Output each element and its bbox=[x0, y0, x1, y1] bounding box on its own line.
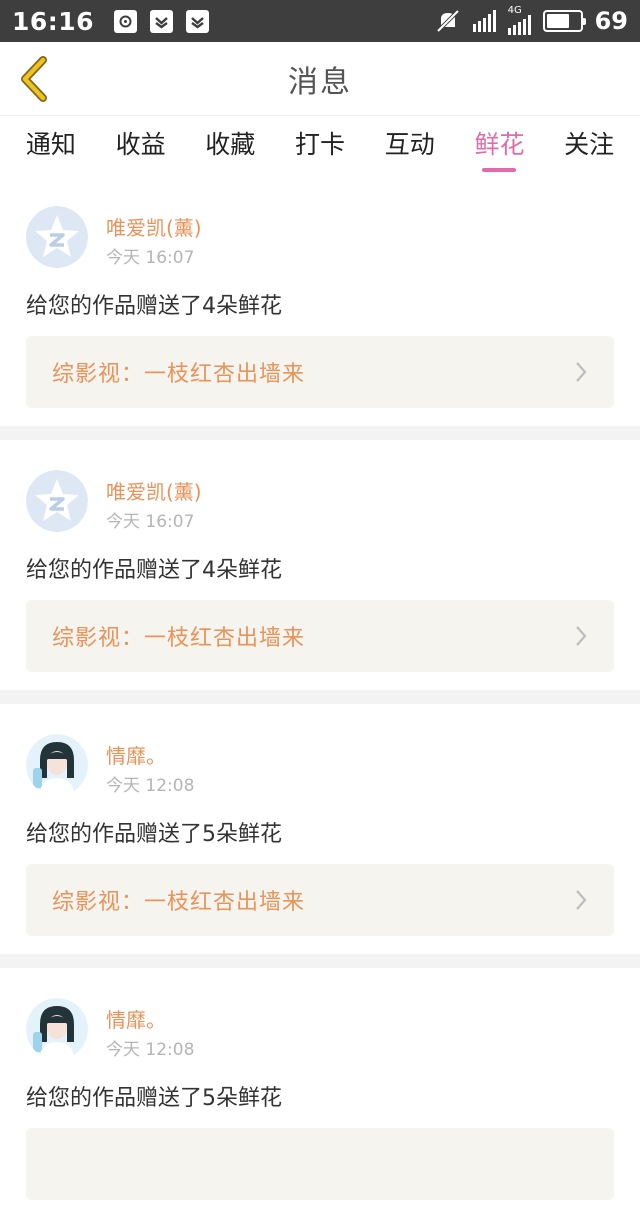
mail-notification-icon bbox=[150, 9, 174, 33]
user-name[interactable]: 唯爱凯(薰) bbox=[106, 212, 202, 241]
list-item: 情靡。 今天 12:08 给您的作品赠送了5朵鲜花 bbox=[0, 968, 640, 1218]
battery-icon bbox=[542, 10, 586, 32]
network-signal: 4G bbox=[507, 5, 531, 35]
message-text: 给您的作品赠送了4朵鲜花 bbox=[26, 294, 282, 319]
header: 消息 bbox=[0, 42, 640, 116]
girl-avatar-icon bbox=[26, 734, 88, 796]
status-bar: 16:16 4G 69 bbox=[0, 0, 640, 42]
status-right: 4G 69 bbox=[435, 5, 628, 35]
avatar[interactable] bbox=[26, 734, 88, 796]
tab-interaction[interactable]: 互动 bbox=[365, 116, 455, 176]
tab-checkin[interactable]: 打卡 bbox=[275, 116, 365, 176]
girl-avatar-icon bbox=[26, 998, 88, 1060]
network-type: 4G bbox=[507, 5, 522, 16]
page-title: 消息 bbox=[288, 64, 352, 100]
battery-percent: 69 bbox=[594, 7, 628, 35]
user-name[interactable]: 唯爱凯(薰) bbox=[106, 476, 202, 505]
avatar[interactable] bbox=[26, 998, 88, 1060]
app-notification-icon bbox=[114, 9, 138, 33]
chevron-right-icon bbox=[574, 360, 588, 384]
work-link[interactable] bbox=[26, 1128, 614, 1200]
status-time: 16:16 bbox=[12, 6, 95, 36]
tab-notice[interactable]: 通知 bbox=[6, 116, 96, 176]
message-text: 给您的作品赠送了5朵鲜花 bbox=[26, 822, 282, 847]
user-name[interactable]: 情靡。 bbox=[106, 740, 166, 769]
qzone-avatar-icon bbox=[26, 470, 88, 532]
message-list: 唯爱凯(薰) 今天 16:07 给您的作品赠送了4朵鲜花 综影视：一枝红杏出墙来… bbox=[0, 176, 640, 1218]
signal-icon bbox=[472, 10, 496, 32]
avatar[interactable] bbox=[26, 470, 88, 532]
qzone-avatar-icon bbox=[26, 206, 88, 268]
notification-icons bbox=[114, 9, 210, 33]
chevron-right-icon bbox=[574, 888, 588, 912]
work-title: 综影视：一枝红杏出墙来 bbox=[52, 362, 306, 387]
signal-icon-2 bbox=[507, 13, 531, 35]
battery-fill bbox=[546, 14, 569, 28]
list-item: 唯爱凯(薰) 今天 16:07 给您的作品赠送了4朵鲜花 综影视：一枝红杏出墙来 bbox=[0, 440, 640, 690]
tab-bar: 通知 收益 收藏 打卡 互动 鲜花 关注 bbox=[0, 116, 640, 176]
tab-earnings[interactable]: 收益 bbox=[96, 116, 186, 176]
timestamp: 今天 16:07 bbox=[106, 512, 195, 532]
message-text: 给您的作品赠送了4朵鲜花 bbox=[26, 558, 282, 583]
back-button[interactable] bbox=[14, 56, 54, 102]
work-link[interactable]: 综影视：一枝红杏出墙来 bbox=[26, 864, 614, 936]
tab-flowers[interactable]: 鲜花 bbox=[455, 116, 545, 176]
list-item: 情靡。 今天 12:08 给您的作品赠送了5朵鲜花 综影视：一枝红杏出墙来 bbox=[0, 704, 640, 954]
divider bbox=[0, 690, 640, 704]
avatar[interactable] bbox=[26, 206, 88, 268]
chevron-right-icon bbox=[574, 624, 588, 648]
work-title: 综影视：一枝红杏出墙来 bbox=[52, 626, 306, 651]
timestamp: 今天 12:08 bbox=[106, 776, 195, 796]
tab-favorites[interactable]: 收藏 bbox=[185, 116, 275, 176]
tab-follow[interactable]: 关注 bbox=[544, 116, 634, 176]
list-item: 唯爱凯(薰) 今天 16:07 给您的作品赠送了4朵鲜花 综影视：一枝红杏出墙来 bbox=[0, 176, 640, 426]
work-title: 综影视：一枝红杏出墙来 bbox=[52, 890, 306, 915]
chevron-left-icon bbox=[21, 56, 47, 102]
mute-icon bbox=[436, 9, 460, 33]
timestamp: 今天 12:08 bbox=[106, 1040, 195, 1060]
work-link[interactable]: 综影视：一枝红杏出墙来 bbox=[26, 600, 614, 672]
divider bbox=[0, 954, 640, 968]
user-name[interactable]: 情靡。 bbox=[106, 1004, 166, 1033]
message-text: 给您的作品赠送了5朵鲜花 bbox=[26, 1086, 282, 1111]
mail-notification-icon-2 bbox=[186, 9, 210, 33]
divider bbox=[0, 426, 640, 440]
timestamp: 今天 16:07 bbox=[106, 248, 195, 268]
work-link[interactable]: 综影视：一枝红杏出墙来 bbox=[26, 336, 614, 408]
